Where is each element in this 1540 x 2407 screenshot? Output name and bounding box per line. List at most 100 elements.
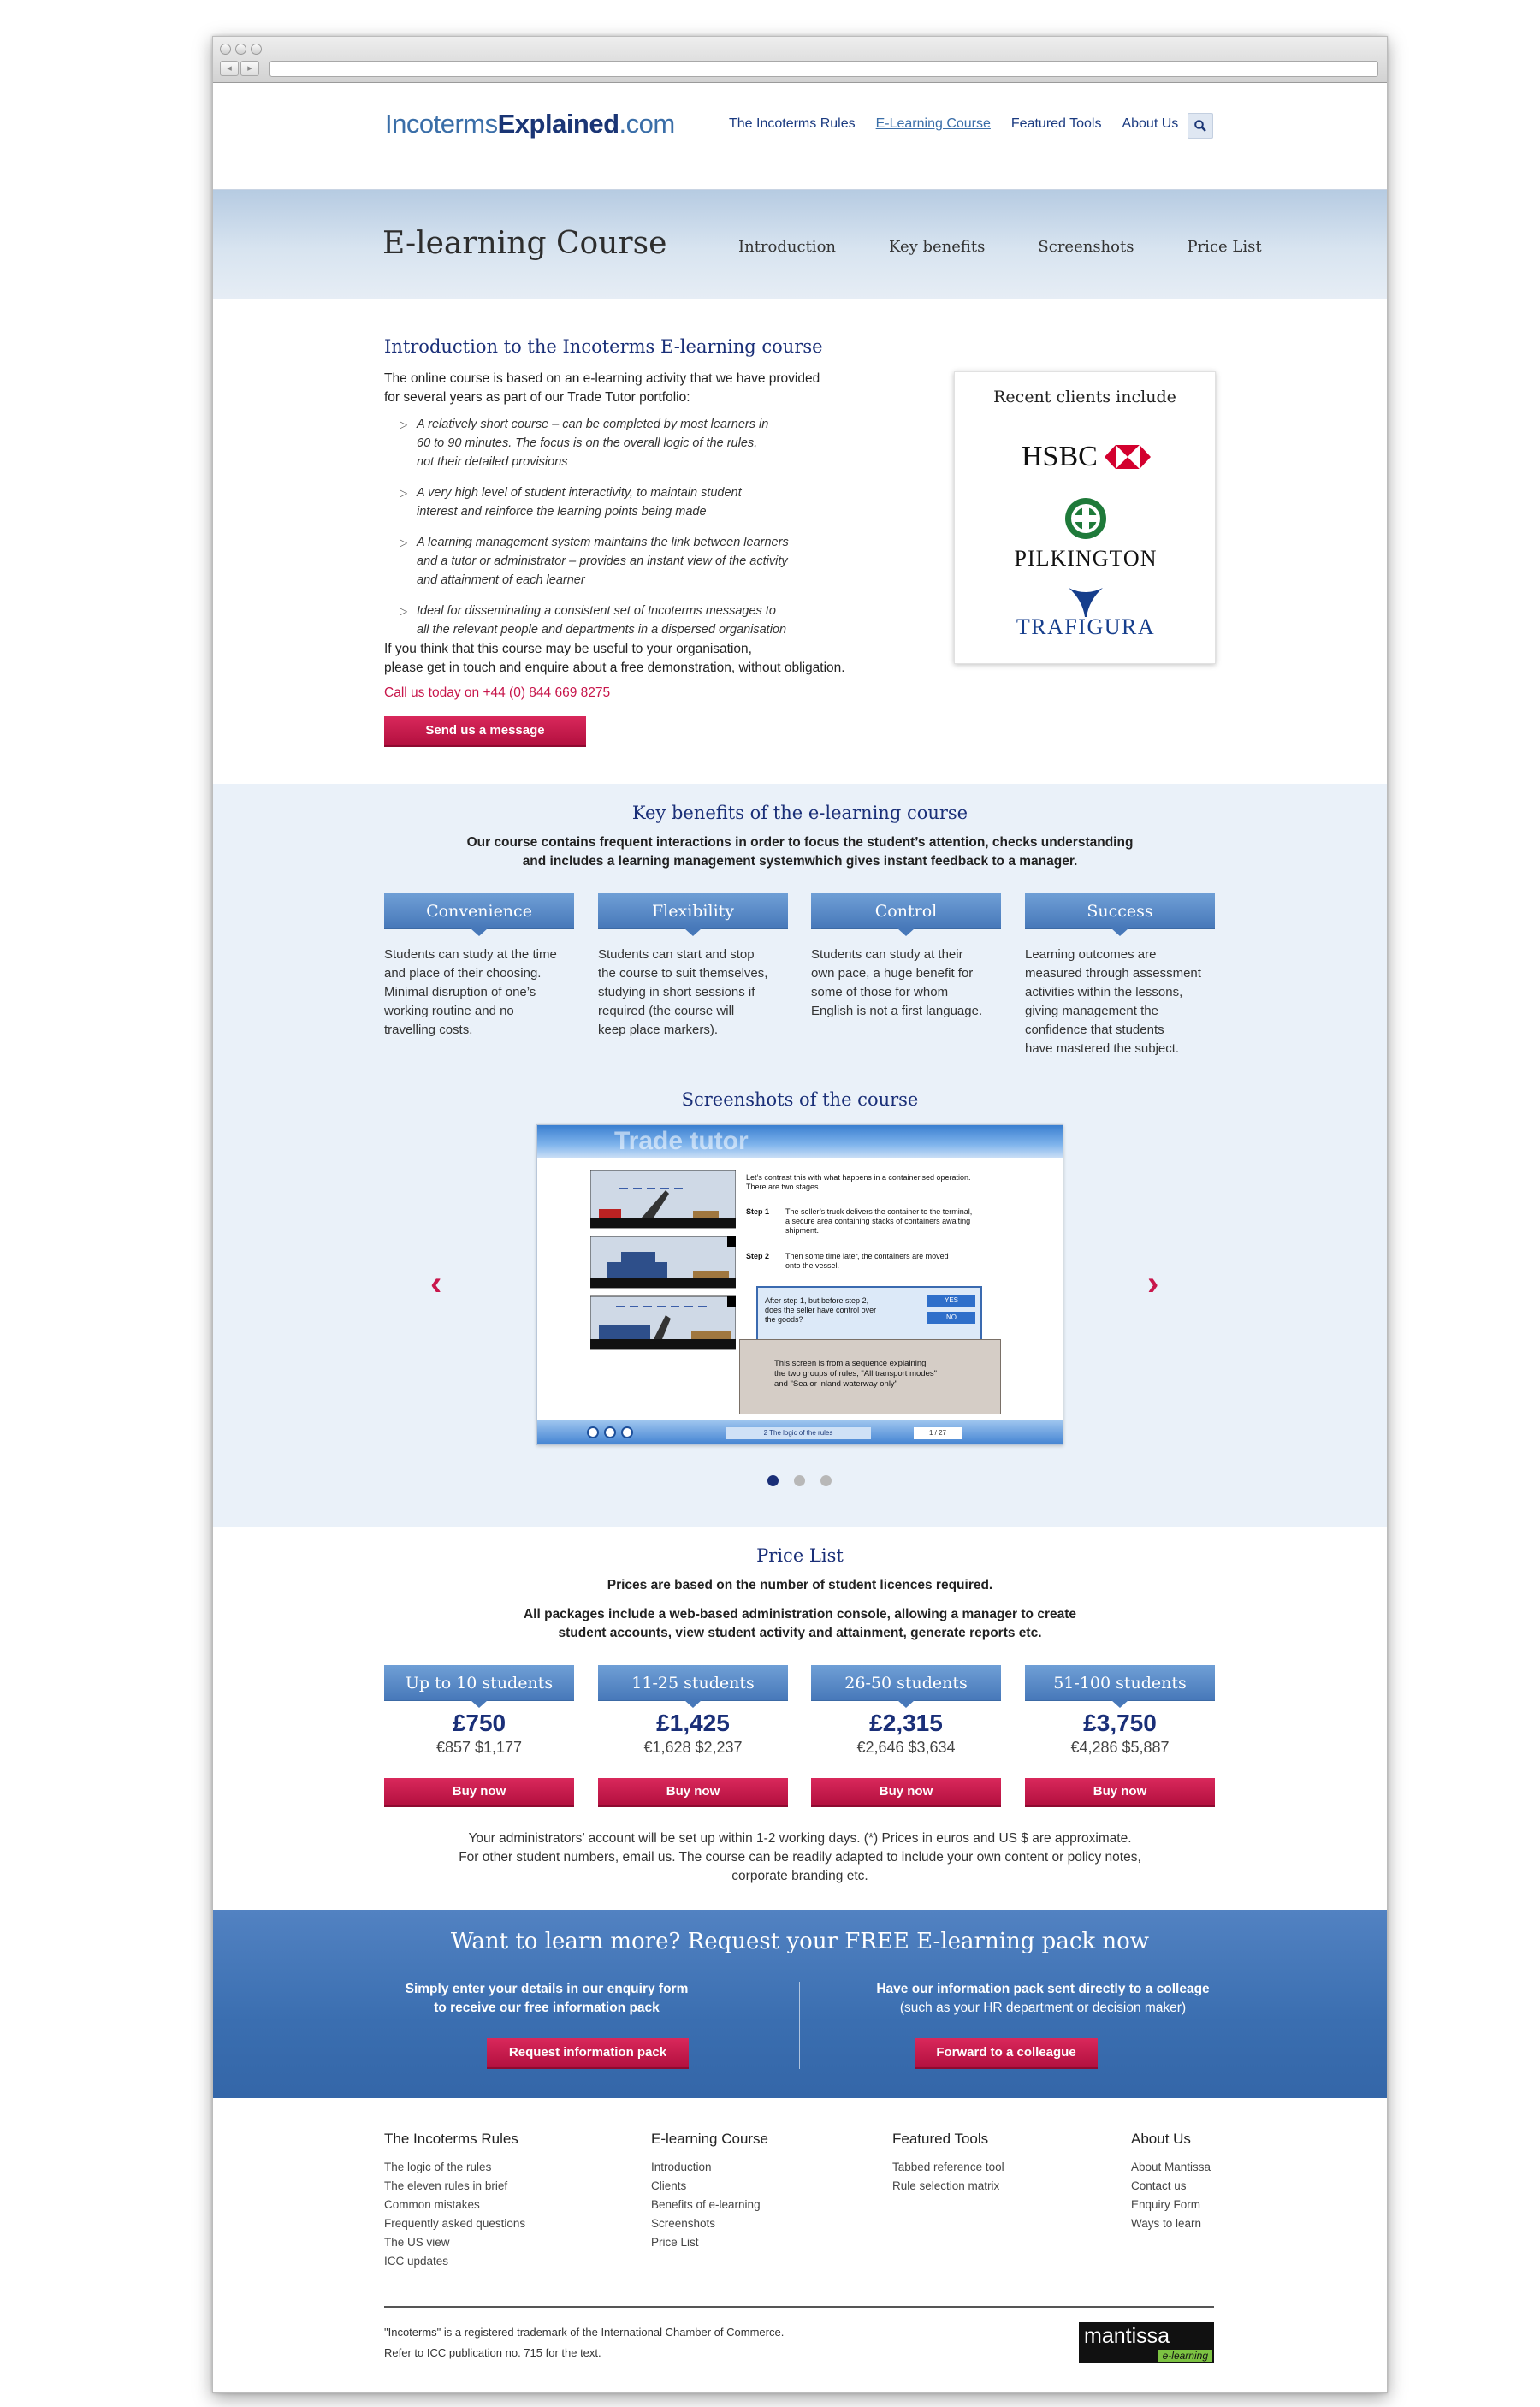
mantissa-logo[interactable]: mantissa e-learning — [1079, 2322, 1214, 2363]
footer-column-title: E-learning Course — [651, 2131, 769, 2147]
benefits-lead-line: and includes a learning management syste… — [522, 854, 1078, 869]
slide-step1-text: The seller’s truck delivers the containe… — [785, 1207, 973, 1235]
section-navigation: Introduction Key benefits Screenshots Pr… — [738, 238, 1315, 256]
footer-link[interactable]: About Mantissa — [1131, 2158, 1211, 2177]
footer-link[interactable]: Rule selection matrix — [892, 2177, 1004, 2196]
window-minimize-button[interactable] — [235, 44, 246, 55]
slider-dot-1[interactable] — [767, 1475, 779, 1486]
site-logo[interactable]: IncotermsExplained.com — [385, 109, 675, 139]
benefits-lead-line: Our course contains frequent interaction… — [466, 835, 1134, 850]
buy-now-button[interactable]: Buy now — [598, 1778, 788, 1807]
footer-link[interactable]: Ways to learn — [1131, 2214, 1211, 2233]
top-navigation: The Incoterms Rules E-Learning Course Fe… — [729, 116, 1178, 132]
footer-link[interactable]: Screenshots — [651, 2214, 768, 2233]
footer-link[interactable]: Contact us — [1131, 2177, 1211, 2196]
slide-yes-button[interactable]: YES — [927, 1295, 975, 1307]
slider-prev-arrow[interactable]: ‹ — [430, 1266, 441, 1301]
subnav-screenshots[interactable]: Screenshots — [1038, 238, 1134, 256]
tier-label-4: 51-100 students — [1025, 1665, 1215, 1708]
tier-price-gbp: £1,425 — [656, 1710, 730, 1736]
footer-link[interactable]: Frequently asked questions — [384, 2214, 525, 2233]
footer-column-title: About Us — [1131, 2131, 1191, 2147]
window-close-button[interactable] — [220, 44, 231, 55]
slide-footer-label: 2 The logic of the rules — [726, 1427, 871, 1439]
slide-question-box: After step 1, but before step 2, does the… — [756, 1286, 982, 1346]
trafigura-flame-icon — [1069, 588, 1103, 617]
pricing-lead-1: Prices are based on the number of studen… — [607, 1578, 993, 1592]
buy-now-button[interactable]: Buy now — [811, 1778, 1001, 1807]
footer-column-featured-tools: Featured Tools Tabbed reference tool Rul… — [892, 2131, 1004, 2196]
buy-now-button[interactable]: Buy now — [1025, 1778, 1215, 1807]
send-message-button[interactable]: Send us a message — [384, 716, 586, 747]
slide-step2-text: Then some time later, the containers are… — [785, 1252, 949, 1270]
cta-section: Want to learn more? Request your FREE E-… — [213, 1910, 1387, 2098]
hsbc-logo: HSBC — [1022, 441, 1151, 473]
browser-window: ◂ ▸ IncotermsExplained.com The Incoterms… — [212, 36, 1388, 2393]
tier-price-other: €2,646 $3,634 — [856, 1739, 956, 1756]
footer-link[interactable]: Clients — [651, 2177, 768, 2196]
page-title: E-learning Course — [382, 226, 667, 261]
address-bar[interactable] — [270, 61, 1378, 77]
footer-link[interactable]: ICC updates — [384, 2252, 525, 2271]
slide-page-counter: 1 / 27 — [914, 1427, 962, 1439]
browser-chrome: ◂ ▸ — [213, 37, 1387, 83]
nav-incoterms-rules[interactable]: The Incoterms Rules — [729, 116, 856, 132]
benefits-section: Key benefits of the e-learning course Ou… — [213, 784, 1387, 1527]
footer-column-about-us: About Us About Mantissa Contact us Enqui… — [1131, 2131, 1211, 2233]
site-header: IncotermsExplained.com The Incoterms Rul… — [213, 83, 1387, 190]
subnav-introduction[interactable]: Introduction — [738, 238, 836, 256]
tier-price-other: €857 $1,177 — [435, 1739, 523, 1756]
cta-divider — [799, 1982, 800, 2069]
cta-left-text: Simply enter your details in our enquiry… — [405, 1982, 689, 2015]
slide-bottom-bar: 2 The logic of the rules 1 / 27 — [537, 1420, 1063, 1444]
tier-price-gbp: £750 — [452, 1710, 506, 1736]
clients-title: Recent clients include — [993, 388, 1176, 406]
footer-link[interactable]: The eleven rules in brief — [384, 2177, 525, 2196]
footer-link[interactable]: The logic of the rules — [384, 2158, 525, 2177]
slider-next-arrow[interactable]: › — [1147, 1266, 1158, 1301]
footer-link[interactable]: Enquiry Form — [1131, 2196, 1211, 2214]
request-information-pack-button[interactable]: Request information pack — [487, 2038, 689, 2069]
search-button[interactable] — [1188, 113, 1213, 139]
slider-dot-3[interactable] — [820, 1475, 832, 1486]
window-zoom-button[interactable] — [251, 44, 262, 55]
footer-link[interactable]: Benefits of e-learning — [651, 2196, 768, 2214]
slide-back-icon[interactable] — [604, 1426, 616, 1438]
hsbc-hexagon-icon — [1104, 445, 1151, 469]
buy-now-button[interactable]: Buy now — [384, 1778, 574, 1807]
intro-bullet: Ideal for disseminating a consistent set… — [400, 602, 827, 639]
slide-no-button[interactable]: NO — [927, 1312, 975, 1324]
logo-text-part1: Incoterms — [385, 109, 498, 139]
footer-link[interactable]: The US view — [384, 2233, 525, 2252]
slide-info-icon[interactable] — [587, 1426, 599, 1438]
footer-legal: "Incoterms" is a registered trademark of… — [384, 2326, 785, 2359]
cta-heading: Want to learn more? Request your FREE E-… — [450, 1929, 1150, 1954]
page-banner: E-learning Course Introduction Key benef… — [213, 190, 1387, 299]
slider-dot-2[interactable] — [794, 1475, 805, 1486]
benefit-ribbon-convenience: Convenience — [384, 893, 574, 936]
back-button[interactable]: ◂ — [220, 61, 239, 76]
call-us-phone[interactable]: Call us today on +44 (0) 844 669 8275 — [384, 685, 610, 701]
footer-link[interactable]: Introduction — [651, 2158, 768, 2177]
slide-note-box: This screen is from a sequence explainin… — [739, 1339, 1001, 1414]
slide-forward-icon[interactable] — [621, 1426, 633, 1438]
pricing-note: Your administrators’ account will be set… — [213, 1829, 1387, 1886]
footer-link[interactable]: Price List — [651, 2233, 768, 2252]
nav-elearning-course[interactable]: E-Learning Course — [876, 116, 991, 132]
subnav-price-list[interactable]: Price List — [1187, 238, 1261, 256]
pricing-note-line: Your administrators’ account will be set… — [468, 1831, 1132, 1846]
intro-lead-line: for several years as part of our Trade T… — [384, 390, 690, 405]
slide-title-bar: Trade tutor — [537, 1125, 1063, 1158]
nav-featured-tools[interactable]: Featured Tools — [1011, 116, 1102, 132]
nav-about-us[interactable]: About Us — [1122, 116, 1178, 132]
logo-text-part3: .com — [619, 109, 676, 139]
slide-step2-label: Step 2 — [746, 1252, 770, 1260]
subnav-key-benefits[interactable]: Key benefits — [889, 238, 985, 256]
forward-button[interactable]: ▸ — [240, 61, 259, 76]
footer-link[interactable]: Tabbed reference tool — [892, 2158, 1004, 2177]
footer-link[interactable]: Common mistakes — [384, 2196, 525, 2214]
footer-column-elearning: E-learning Course Introduction Clients B… — [651, 2131, 768, 2252]
pricing-heading: Price List — [756, 1545, 844, 1566]
intro-bullet: A very high level of student interactivi… — [400, 483, 827, 521]
forward-to-colleague-button[interactable]: Forward to a colleague — [915, 2038, 1098, 2069]
